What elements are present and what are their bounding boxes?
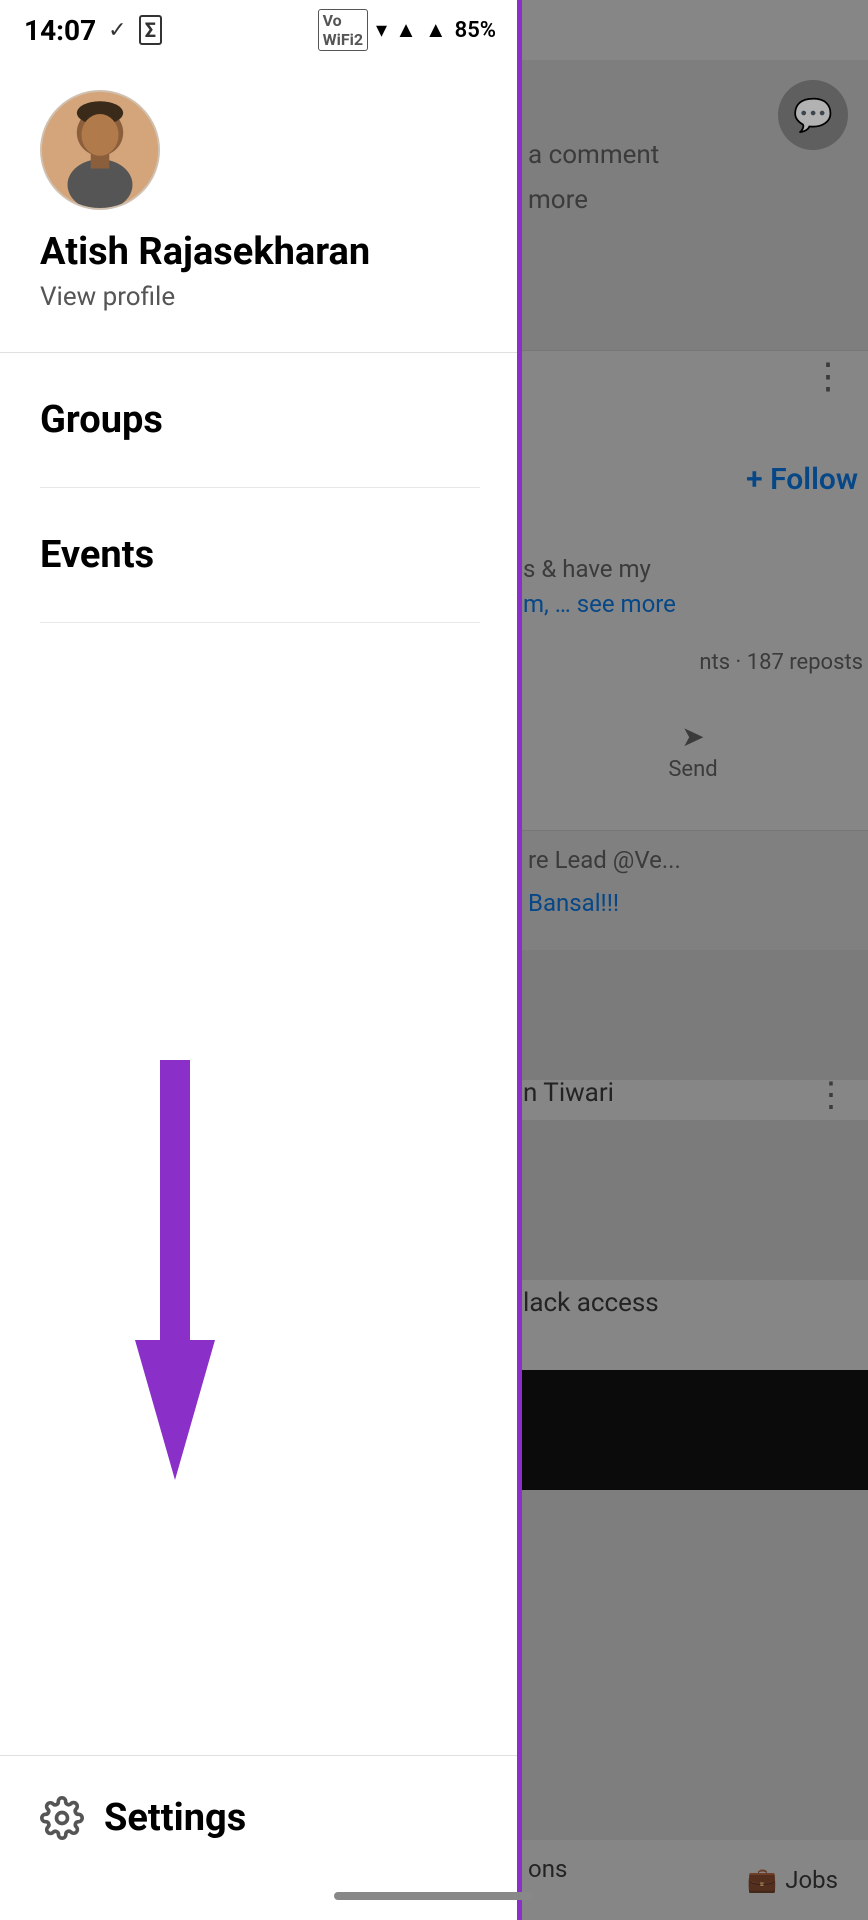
drawer-overlay	[520, 0, 868, 1920]
home-indicator	[334, 1892, 534, 1900]
menu-divider-2	[40, 622, 480, 623]
drawer-header: Atish Rajasekharan View profile	[0, 60, 520, 353]
menu-item-events[interactable]: Events	[40, 488, 480, 622]
user-name: Atish Rajasekharan	[40, 230, 480, 274]
drawer-border	[517, 0, 522, 1920]
vowifi-icon: VoWiFi2	[318, 9, 368, 51]
menu-item-groups[interactable]: Groups	[40, 353, 480, 487]
drawer-menu: Groups Events	[0, 353, 520, 1755]
signal-icon: ▲	[395, 17, 417, 43]
view-profile-link[interactable]: View profile	[40, 282, 480, 312]
battery-percent: 85%	[455, 18, 496, 43]
avatar[interactable]	[40, 90, 160, 210]
sigma-icon: Σ	[139, 15, 162, 45]
check-icon: ✓	[108, 18, 126, 43]
status-time: 14:07	[24, 14, 96, 47]
settings-label: Settings	[104, 1796, 246, 1840]
purple-arrow-annotation	[120, 1060, 230, 1480]
signal2-icon: ▲	[425, 17, 447, 43]
gear-icon	[40, 1796, 84, 1840]
avatar-svg	[42, 90, 158, 210]
settings-item[interactable]: Settings	[40, 1796, 480, 1840]
status-bar: 14:07 ✓ Σ VoWiFi2 ▾ ▲ ▲ 85%	[0, 0, 520, 60]
wifi-signal-icon: ▾	[376, 18, 387, 43]
arrow-svg	[120, 1060, 230, 1480]
